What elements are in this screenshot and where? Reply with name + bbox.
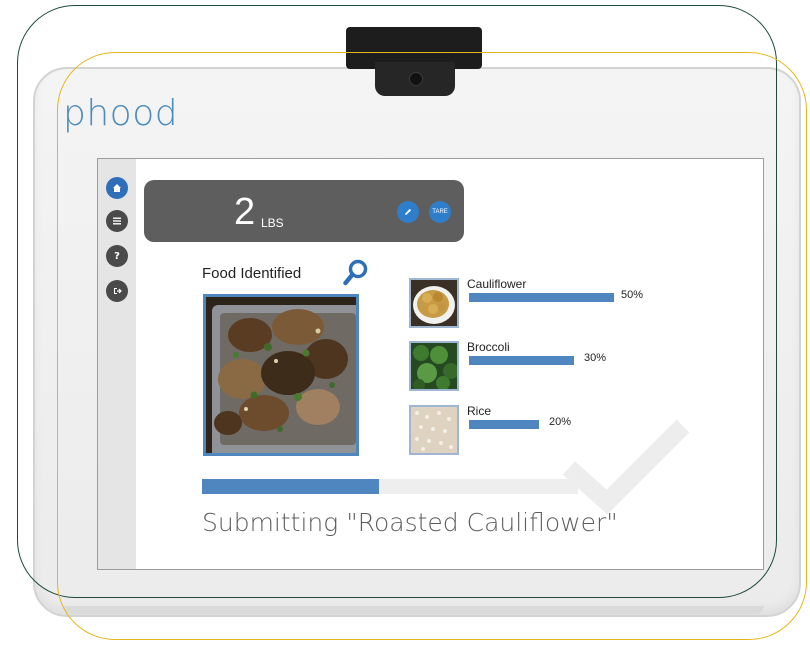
food-photo: [203, 294, 359, 456]
tablet-base: [64, 606, 764, 614]
magnifier-icon[interactable]: [343, 259, 369, 287]
weight-display: 2 LBS TARE: [144, 180, 464, 242]
weight-value: 2: [234, 191, 256, 233]
submitting-status-text: Submitting "Roasted Cauliflower": [202, 508, 618, 537]
nav-logout-button[interactable]: [106, 280, 128, 302]
result-name: Cauliflower: [467, 277, 527, 291]
result-name: Rice: [467, 404, 492, 418]
nav-help-button[interactable]: ?: [106, 245, 128, 267]
broccoli-thumbnail: [409, 341, 459, 391]
confidence-bar: [469, 420, 539, 429]
sidebar: ?: [98, 159, 136, 569]
list-icon: [113, 217, 121, 225]
food-identified-title: Food Identified: [202, 265, 302, 282]
checkmark-icon: [562, 419, 690, 515]
confidence-bar: [469, 293, 614, 302]
help-icon: ?: [114, 250, 120, 262]
brand-logo: phood: [63, 93, 179, 134]
edit-button[interactable]: [397, 201, 419, 223]
confidence-percent: 30%: [584, 352, 607, 364]
cauliflower-thumbnail: [409, 278, 459, 328]
submit-progress-bar: [202, 479, 578, 494]
confidence-percent: 50%: [621, 289, 644, 301]
app-screen: ? 2 LBS TARE Food Identified Cauliflower…: [97, 158, 764, 570]
rice-thumbnail: [409, 405, 459, 455]
pencil-icon: [405, 208, 412, 215]
weight-unit: LBS: [261, 216, 284, 230]
nav-home-button[interactable]: [106, 177, 128, 199]
result-name: Broccoli: [467, 340, 510, 354]
logout-icon: [114, 288, 122, 294]
nav-list-button[interactable]: [106, 210, 128, 232]
progress-fill: [202, 479, 379, 494]
confidence-bar: [469, 356, 574, 365]
tare-button[interactable]: TARE: [429, 201, 451, 223]
home-icon: [113, 184, 121, 192]
food-photo-image: [206, 297, 356, 453]
camera-lens-icon: [375, 62, 455, 96]
